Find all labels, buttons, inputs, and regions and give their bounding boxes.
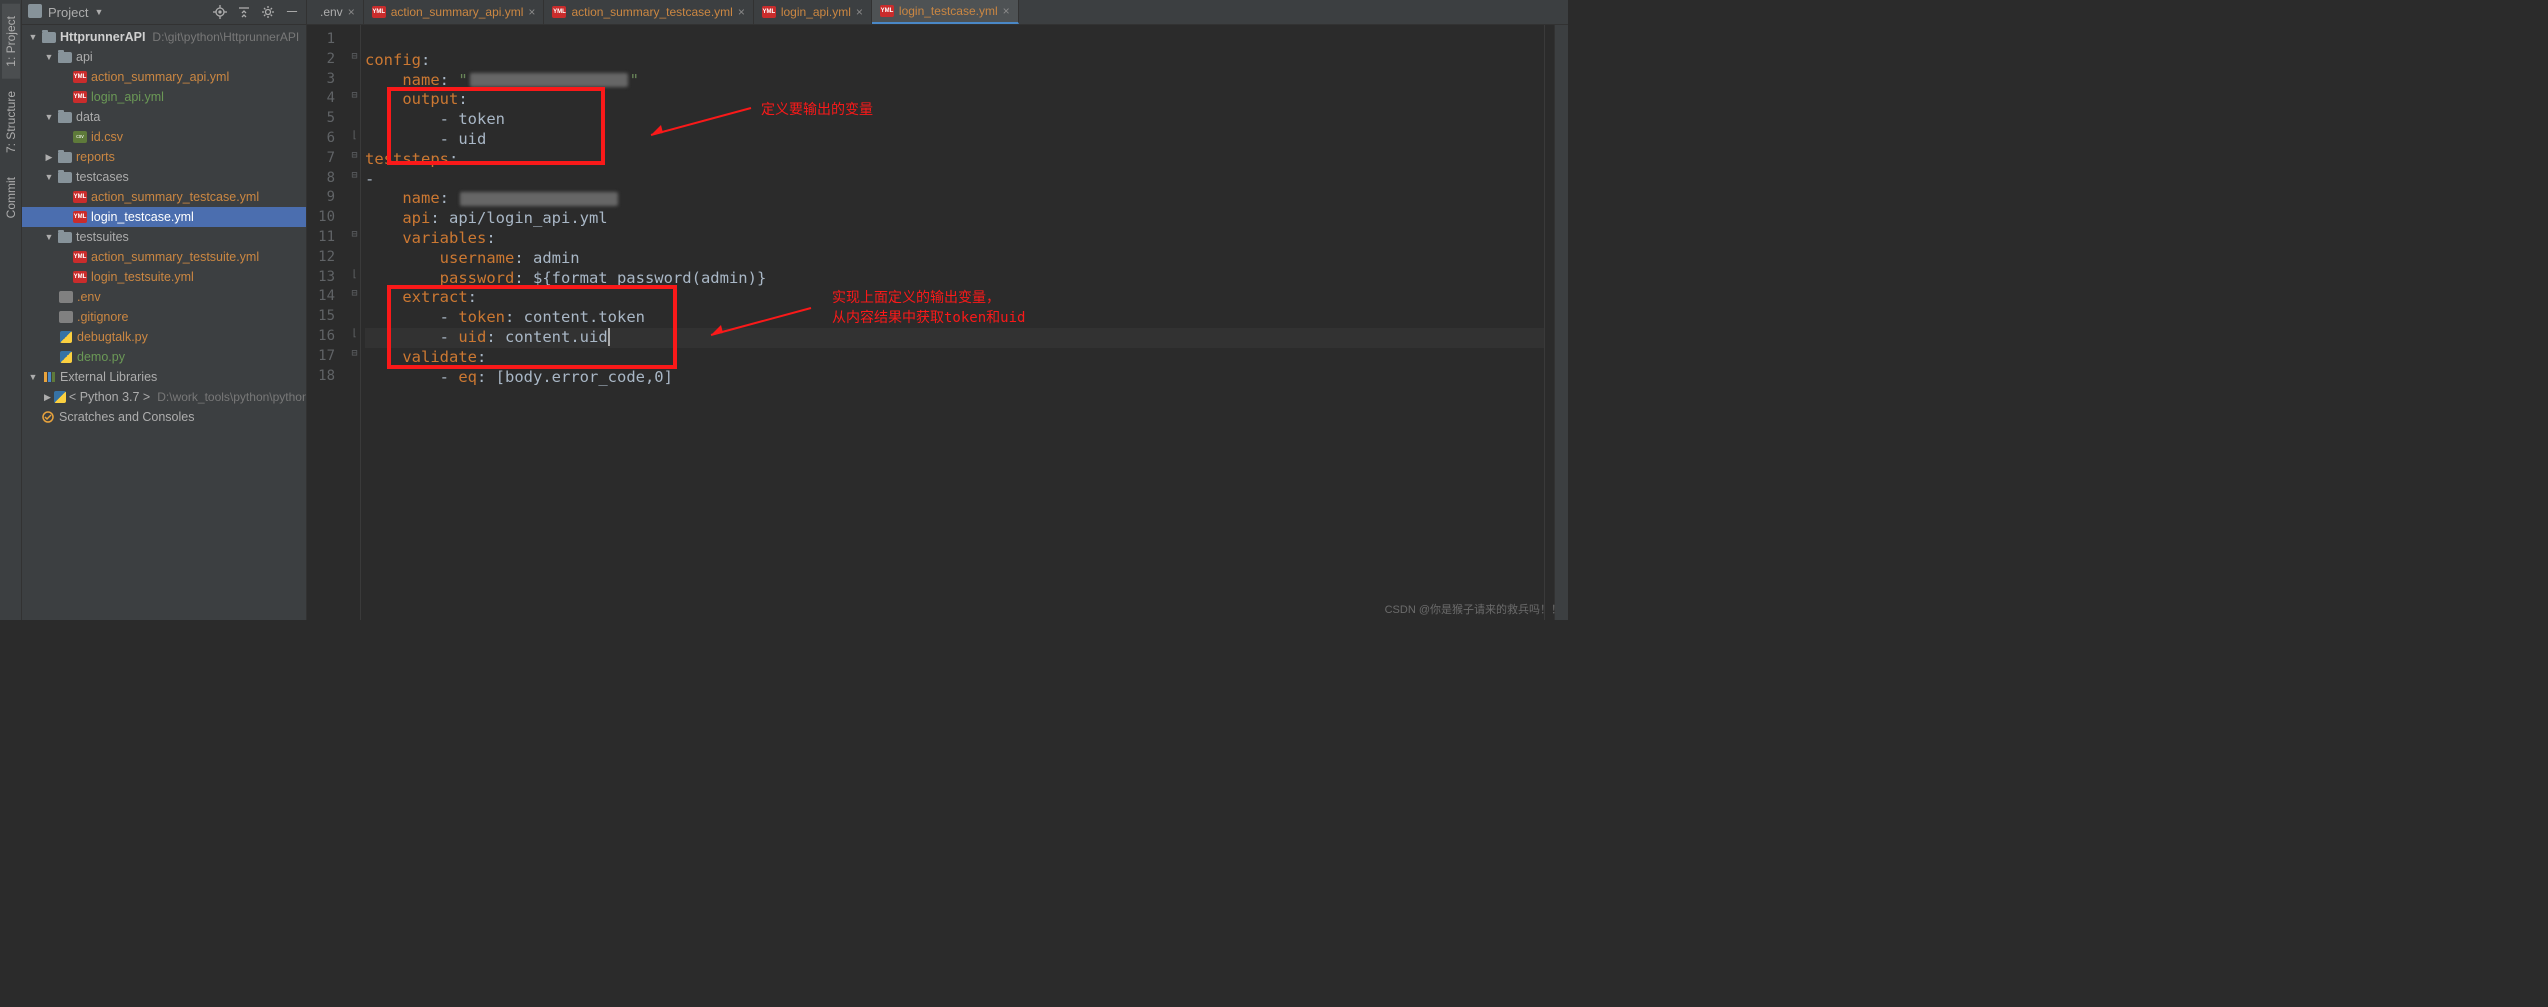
close-icon[interactable]: ×: [738, 5, 745, 19]
sidebar-tab-structure[interactable]: 7: Structure: [2, 79, 20, 165]
tree-file[interactable]: YML login_api.yml: [22, 87, 306, 107]
hide-icon[interactable]: －: [284, 4, 300, 20]
tree-file[interactable]: YML action_summary_testsuite.yml: [22, 247, 306, 267]
editor-tab[interactable]: YML action_summary_api.yml ×: [364, 0, 545, 24]
project-tree: ▼ HttprunnerAPI D:\git\python\Httprunner…: [22, 25, 306, 620]
fold-gutter[interactable]: ⊟⊟⌊ ⊟⊟⊟ ⌊⊟⌊⊟: [349, 25, 361, 620]
tree-file[interactable]: .env: [22, 287, 306, 307]
project-title: Project: [48, 5, 88, 20]
chevron-down-icon[interactable]: ▼: [94, 7, 103, 17]
tool-window-bar: 1: Project 7: Structure Commit: [0, 0, 22, 620]
locate-icon[interactable]: [212, 4, 228, 20]
annotation-arrow: [641, 103, 761, 143]
editor-tab[interactable]: .env ×: [307, 0, 364, 24]
tree-file[interactable]: demo.py: [22, 347, 306, 367]
right-margin: [1544, 25, 1554, 620]
sidebar-tab-project[interactable]: 1: Project: [2, 4, 20, 79]
tree-file[interactable]: .gitignore: [22, 307, 306, 327]
tree-python-sdk[interactable]: ▶ < Python 3.7 > D:\work_tools\python\py…: [22, 387, 306, 407]
tree-folder-data[interactable]: ▼ data: [22, 107, 306, 127]
editor-tab-active[interactable]: YML login_testcase.yml ×: [872, 0, 1019, 24]
tree-root[interactable]: ▼ HttprunnerAPI D:\git\python\Httprunner…: [22, 27, 306, 47]
tree-folder-testcases[interactable]: ▼ testcases: [22, 167, 306, 187]
annotation-text: 定义要输出的变量: [761, 101, 873, 121]
tree-file[interactable]: YML action_summary_testcase.yml: [22, 187, 306, 207]
close-icon[interactable]: ×: [856, 5, 863, 19]
editor-tab-bar: .env × YML action_summary_api.yml × YML …: [307, 0, 1568, 25]
close-icon[interactable]: ×: [528, 5, 535, 19]
line-number-gutter: 123456 789101112 131415161718: [307, 25, 349, 620]
tree-folder-reports[interactable]: ▶ reports: [22, 147, 306, 167]
annotation-text: 实现上面定义的输出变量， 从内容结果中获取token和uid: [832, 289, 1025, 329]
code-editor[interactable]: 123456 789101112 131415161718 ⊟⊟⌊ ⊟⊟⊟ ⌊⊟…: [307, 25, 1568, 620]
tree-folder-testsuites[interactable]: ▼ testsuites: [22, 227, 306, 247]
annotation-arrow: [701, 303, 821, 343]
collapse-all-icon[interactable]: [236, 4, 252, 20]
gear-icon[interactable]: [260, 4, 276, 20]
editor-tab[interactable]: YML login_api.yml ×: [754, 0, 872, 24]
marker-bar[interactable]: [1554, 25, 1568, 620]
tree-scratches[interactable]: Scratches and Consoles: [22, 407, 306, 427]
code-content[interactable]: config: name: "" output: - token - uid t…: [361, 25, 1544, 620]
tree-folder-api[interactable]: ▼ api: [22, 47, 306, 67]
tree-file[interactable]: debugtalk.py: [22, 327, 306, 347]
tree-file-selected[interactable]: YML login_testcase.yml: [22, 207, 306, 227]
close-icon[interactable]: ×: [1003, 4, 1010, 18]
project-panel: Project ▼ － ▼ HttprunnerAPI D:\git: [22, 0, 307, 620]
tree-file[interactable]: YML action_summary_api.yml: [22, 67, 306, 87]
project-panel-header: Project ▼ －: [22, 0, 306, 25]
editor-area: .env × YML action_summary_api.yml × YML …: [307, 0, 1568, 620]
tree-external-libs[interactable]: ▼ External Libraries: [22, 367, 306, 387]
editor-tab[interactable]: YML action_summary_testcase.yml ×: [544, 0, 753, 24]
tree-file[interactable]: YML login_testsuite.yml: [22, 267, 306, 287]
project-icon: [28, 4, 42, 21]
tree-file[interactable]: csv id.csv: [22, 127, 306, 147]
watermark: CSDN @你是猴子请来的救兵吗！！: [1385, 601, 1562, 617]
close-icon[interactable]: ×: [348, 5, 355, 19]
sidebar-tab-commit[interactable]: Commit: [2, 165, 20, 230]
